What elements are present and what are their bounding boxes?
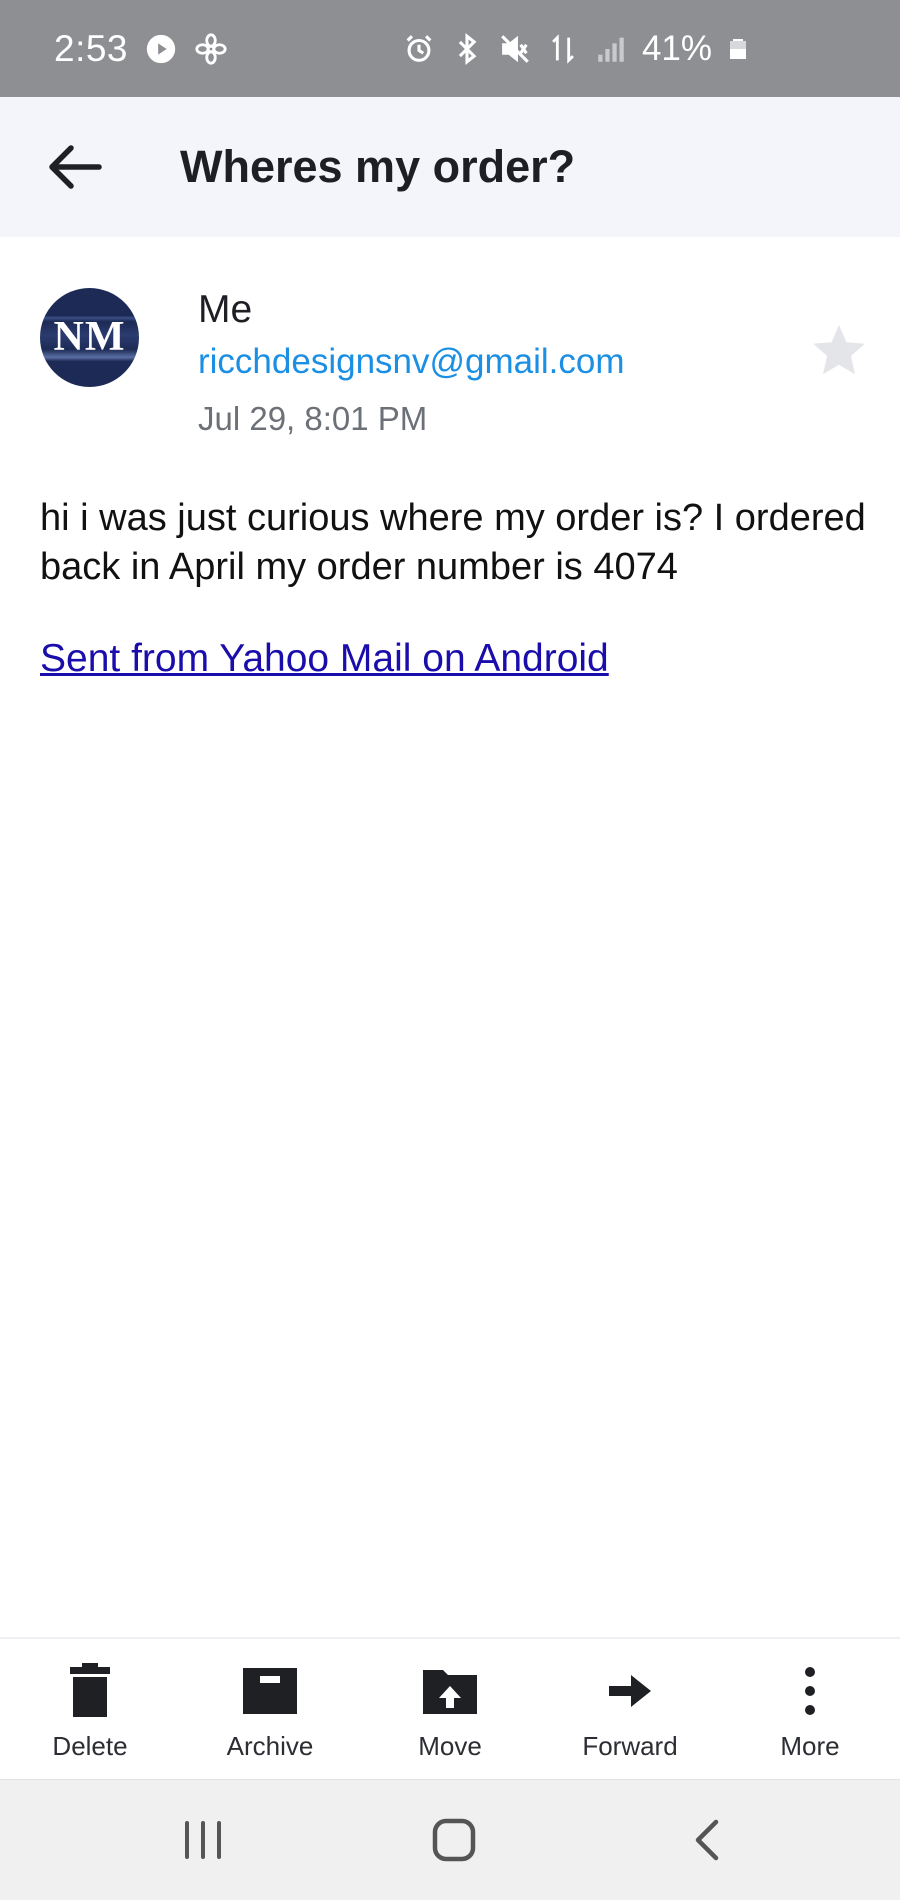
bluetooth-icon [458, 32, 477, 65]
home-icon [432, 1818, 476, 1862]
avatar-initials: NM [53, 314, 126, 360]
star-icon [813, 325, 865, 375]
app-header: Wheres my order? [0, 97, 900, 237]
sender-email-link[interactable]: ricchdesignsnv@gmail.com [198, 342, 625, 382]
forward-button[interactable]: Forward [555, 1639, 705, 1781]
status-time: 2:53 [54, 27, 129, 69]
archive-icon [238, 1663, 302, 1719]
sender-name: Me [198, 288, 253, 331]
forward-label: Forward [582, 1731, 678, 1761]
arrow-left-icon [49, 145, 102, 189]
battery-percent: 41% [641, 28, 712, 68]
data-transfer-icon [552, 33, 574, 64]
archive-button[interactable]: Archive [195, 1639, 345, 1781]
folder-move-icon [418, 1663, 482, 1719]
back-button[interactable] [40, 134, 110, 200]
alarm-icon [406, 34, 432, 62]
play-circle-icon [146, 34, 176, 63]
recent-apps-icon [185, 1821, 221, 1859]
move-button[interactable]: Move [375, 1639, 525, 1781]
signature-link[interactable]: Sent from Yahoo Mail on Android [40, 637, 609, 681]
forward-arrow-icon [598, 1663, 662, 1719]
more-button[interactable]: More [735, 1639, 885, 1781]
message-body: hi i was just curious where my order is?… [40, 497, 866, 588]
system-back-button[interactable] [662, 1800, 752, 1880]
status-left: 2:53 [54, 0, 228, 97]
mute-icon [501, 34, 529, 63]
message-date: Jul 29, 8:01 PM [198, 400, 428, 437]
star-button[interactable] [808, 320, 870, 382]
battery-icon [730, 38, 746, 59]
recent-apps-button[interactable] [158, 1800, 248, 1880]
trash-icon [58, 1663, 122, 1719]
more-vertical-icon [778, 1663, 842, 1719]
fan-icon [195, 32, 227, 65]
home-button[interactable] [409, 1800, 499, 1880]
delete-label: Delete [52, 1731, 128, 1761]
delete-button[interactable]: Delete [15, 1639, 165, 1781]
status-right: 41% [402, 0, 750, 97]
action-toolbar: Delete Archive Move Forward More [0, 1637, 900, 1779]
chevron-left-icon [695, 1819, 719, 1861]
move-label: Move [418, 1731, 482, 1761]
page-title: Wheres my order? [180, 141, 576, 192]
avatar[interactable]: NM [40, 288, 139, 387]
archive-label: Archive [226, 1731, 314, 1761]
signal-icon [598, 37, 624, 62]
system-nav-bar [0, 1779, 900, 1900]
more-label: More [780, 1731, 840, 1761]
status-bar: 2:53 41% [0, 0, 900, 97]
